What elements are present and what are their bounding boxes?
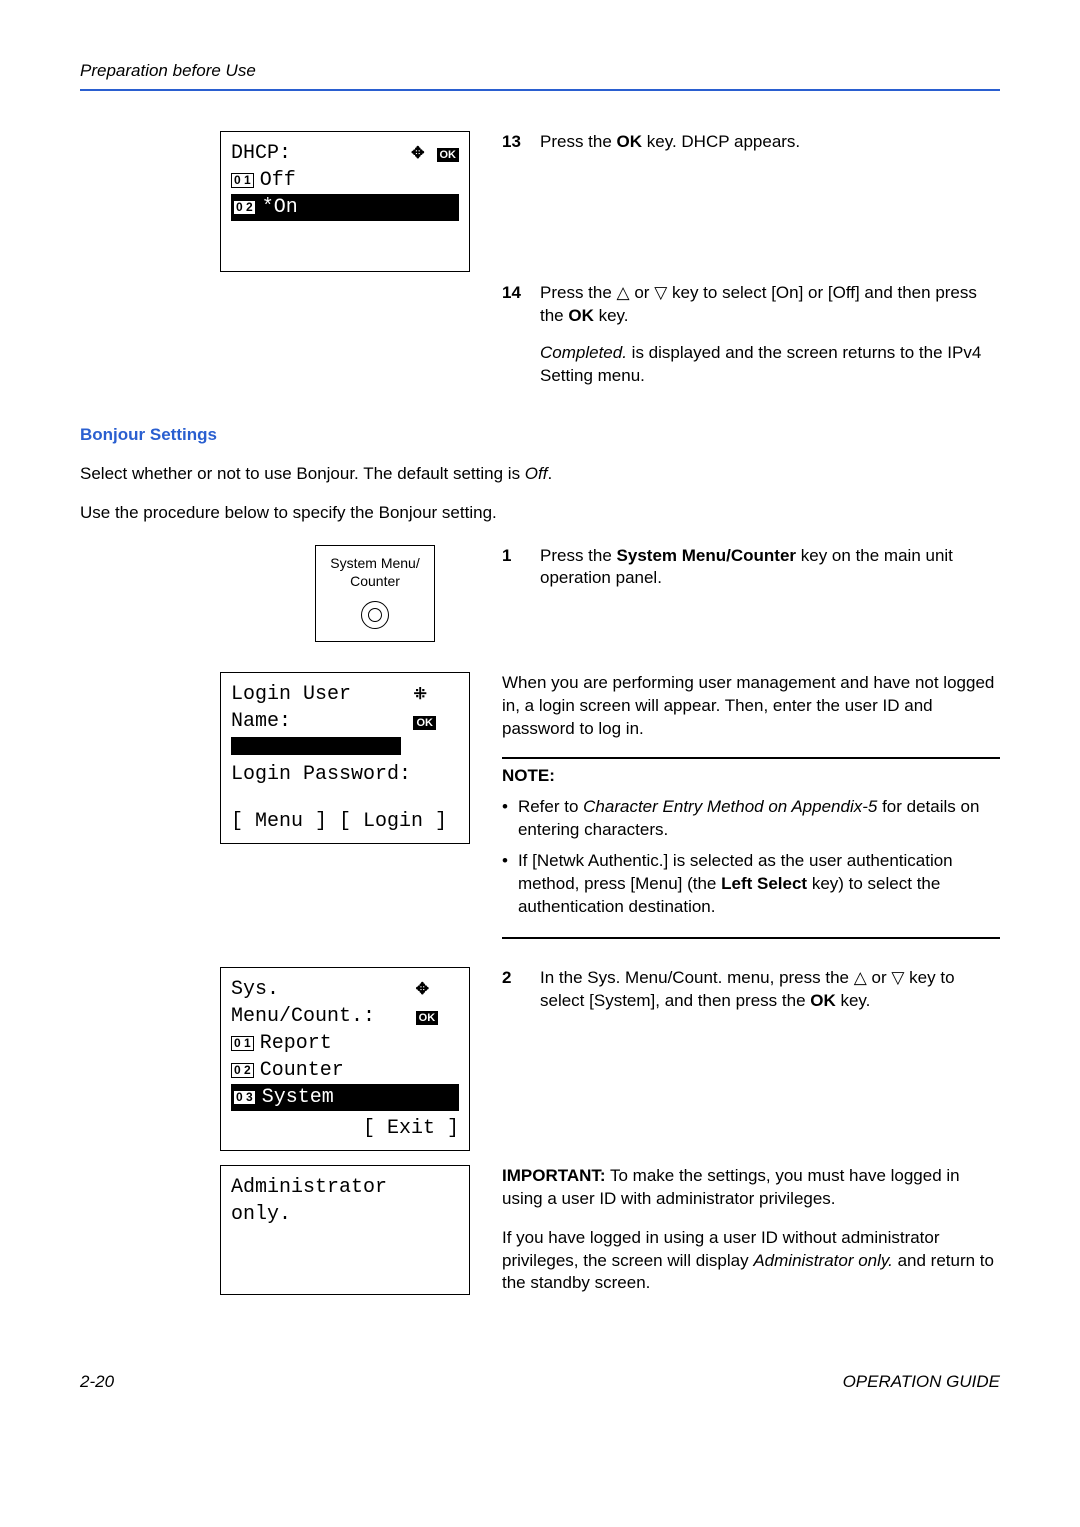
ok-icon: OK xyxy=(416,1011,439,1025)
bonjour-heading: Bonjour Settings xyxy=(80,424,1000,447)
down-triangle-icon: ▽ xyxy=(891,968,904,987)
bonjour-intro-1: Select whether or not to use Bonjour. Th… xyxy=(80,463,1000,486)
sysmenu-report: 0 1 Report xyxy=(231,1030,459,1057)
up-triangle-icon: △ xyxy=(617,283,630,302)
lcd-dhcp: DHCP: ✥ OK 0 1 Off 0 2 *On xyxy=(220,131,470,272)
page-number: 2-20 xyxy=(80,1371,114,1394)
lcd-dhcp-title: DHCP: xyxy=(231,140,291,167)
step-13: 13 Press the OK key. DHCP appears. xyxy=(502,131,1000,154)
note-heading: NOTE: xyxy=(502,757,1000,788)
footer-title: OPERATION GUIDE xyxy=(843,1371,1000,1394)
note-body: Refer to Character Entry Method on Appen… xyxy=(502,796,1000,939)
dhcp-option-off: 0 1 Off xyxy=(231,167,459,194)
note-bullet-1: Refer to Character Entry Method on Appen… xyxy=(502,796,1000,842)
system-menu-counter-button: System Menu/ Counter xyxy=(315,545,435,643)
page-header: Preparation before Use xyxy=(80,60,1000,91)
login-password-label: Login Password: xyxy=(231,761,459,788)
nav-icon: ⁜ xyxy=(413,686,426,703)
sysmenu-system-selected: 0 3 System xyxy=(231,1084,459,1111)
dhcp-option-on-selected: 0 2 *On xyxy=(231,194,459,221)
bonjour-intro-2: Use the procedure below to specify the B… xyxy=(80,502,1000,525)
nav-icon: ✥ xyxy=(411,145,424,162)
nav-icon: ✥ xyxy=(416,981,429,998)
down-triangle-icon: ▽ xyxy=(654,283,667,302)
lcd-sysmenu: Sys. Menu/Count.: ✥ OK 0 1 Report 0 2 Co… xyxy=(220,967,470,1151)
step-14: 14 Press the △ or ▽ key to select [On] o… xyxy=(502,282,1000,388)
up-triangle-icon: △ xyxy=(854,968,867,987)
login-softkeys: [ Menu ] [ Login ] xyxy=(231,808,459,835)
important-note: IMPORTANT: To make the settings, you mus… xyxy=(502,1165,1000,1211)
sysmenu-exit: [ Exit ] xyxy=(231,1115,459,1142)
note-bullet-2: If [Netwk Authentic.] is selected as the… xyxy=(502,850,1000,919)
sysmenu-counter: 0 2 Counter xyxy=(231,1057,459,1084)
step-2: 2 In the Sys. Menu/Count. menu, press th… xyxy=(502,967,1000,1013)
lcd-login: Login User Name: ⁜ OK Login Password: [ … xyxy=(220,672,470,844)
login-description: When you are performing user management … xyxy=(502,672,1000,741)
ok-icon: OK xyxy=(437,148,460,162)
lcd-admin-only: Administrator only. xyxy=(220,1165,470,1295)
step-1: 1 Press the System Menu/Counter key on t… xyxy=(502,545,1000,591)
login-username-input xyxy=(231,737,401,755)
admin-followup: If you have logged in using a user ID wi… xyxy=(502,1227,1000,1296)
ok-icon: OK xyxy=(413,716,436,730)
page-footer: 2-20 OPERATION GUIDE xyxy=(80,1371,1000,1394)
circle-button-icon xyxy=(361,601,389,629)
